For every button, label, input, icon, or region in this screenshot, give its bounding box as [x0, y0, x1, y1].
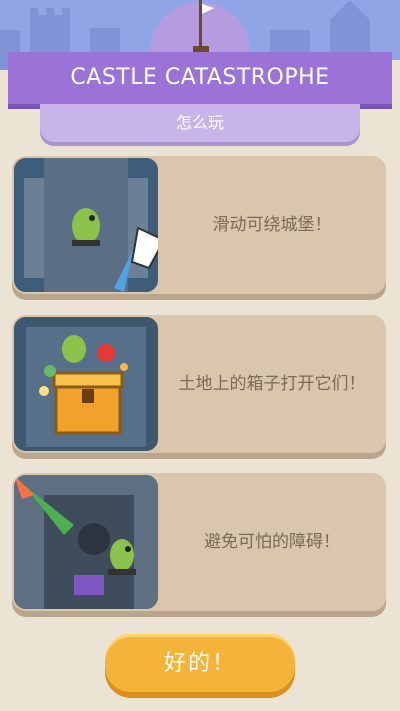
card-1-text: 滑动可绕城堡！ [212, 215, 332, 235]
game-title: CASTLE CATASTROPHE [70, 65, 330, 90]
ok-button[interactable]: 好的！ [105, 634, 295, 692]
ok-button-label: 好的！ [163, 650, 236, 675]
how-to-play-label: 怎么玩 [175, 113, 224, 132]
treasure-chest-illustration [14, 317, 158, 451]
instruction-card-obstacle: 避免可怕的障碍！ [12, 473, 386, 611]
flag-icon [193, 0, 214, 52]
instruction-card-swipe: 滑动可绕城堡！ [12, 156, 386, 294]
how-to-play-tab: 怎么玩 [40, 104, 360, 142]
instruction-card-chest: 土地上的箱子打开它们！ [12, 315, 386, 453]
tower-swipe-illustration [14, 158, 158, 292]
dragon-obstacle-illustration [14, 475, 158, 609]
card-3-text: 避免可怕的障碍！ [204, 532, 340, 552]
title-banner: CASTLE CATASTROPHE [8, 52, 392, 104]
card-2-text: 土地上的箱子打开它们！ [178, 374, 366, 394]
